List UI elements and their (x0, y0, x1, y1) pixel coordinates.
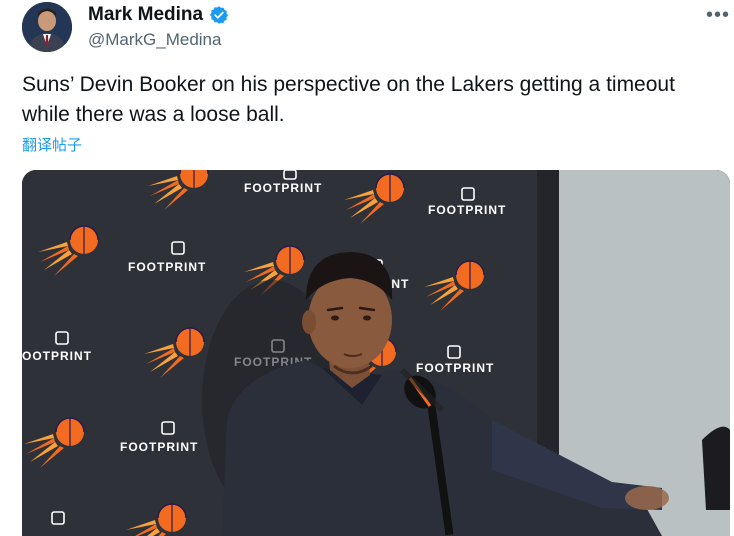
avatar-image (22, 2, 72, 52)
backdrop-brand-text: FOOTPRINT (428, 203, 506, 217)
press-conference-image: FOOTPRINT FOOTPRINT FOOTPRINT TPRINT OOT… (22, 170, 730, 536)
translate-post-link[interactable]: 翻译帖子 (22, 134, 82, 155)
tweet-text: Suns’ Devin Booker on his perspective on… (22, 73, 675, 126)
verified-badge-icon (210, 6, 229, 24)
backdrop-brand-text: FOOTPRINT (416, 361, 494, 375)
backdrop-brand-text: FOOTPRINT (128, 260, 206, 274)
author-display-name[interactable]: Mark Medina (88, 4, 203, 26)
backdrop-brand-text: FOOTPRINT (244, 181, 322, 195)
tweet-media-video[interactable]: FOOTPRINT FOOTPRINT FOOTPRINT TPRINT OOT… (22, 170, 730, 536)
author-handle[interactable]: @MarkG_Medina (88, 30, 221, 50)
backdrop-partial-text: OOTPRINT (22, 349, 92, 363)
more-options-icon[interactable]: ••• (706, 4, 730, 27)
author-name-row: Mark Medina (88, 4, 229, 26)
author-avatar[interactable] (22, 2, 72, 52)
backdrop-brand-text: FOOTPRINT (120, 440, 198, 454)
